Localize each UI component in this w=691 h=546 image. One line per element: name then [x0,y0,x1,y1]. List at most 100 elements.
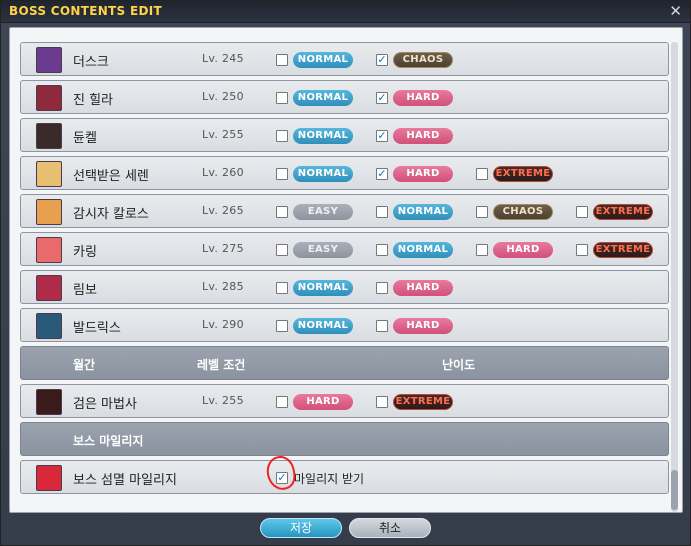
boss-name: 발드릭스 [73,321,121,336]
chaos-checkbox[interactable] [476,206,488,218]
chaos-badge: CHAOS [493,204,553,220]
mileage-name: 보스 섬멸 마일리지 [73,473,177,488]
scroll-thumb[interactable] [671,470,678,510]
boss-level: Lv. 290 [202,318,244,331]
hard-badge: HARD [393,166,453,182]
boss-portrait [36,313,62,339]
boss-row-baldrix: 발드릭스 Lv. 290 NORMAL HARD [20,308,669,342]
boss-row-darknell: 듄켈 Lv. 255 NORMAL ✓ HARD [20,118,669,152]
boss-name: 진 힐라 [73,93,114,108]
scrollbar[interactable] [671,42,678,512]
easy-badge: EASY [293,204,353,220]
boss-row-kalos: 감시자 칼로스 Lv. 265 EASY NORMAL CHAOS EXTREM… [20,194,669,228]
boss-name: 카링 [73,245,97,260]
normal-checkbox[interactable] [276,168,288,180]
boss-level: Lv. 250 [202,90,244,103]
normal-checkbox[interactable] [276,54,288,66]
hard-checkbox[interactable] [476,244,488,256]
hard-checkbox[interactable]: ✓ [376,92,388,104]
boss-portrait [36,237,62,263]
chaos-badge: CHAOS [393,52,453,68]
normal-checkbox[interactable] [376,244,388,256]
hard-badge: HARD [393,318,453,334]
easy-checkbox[interactable] [276,244,288,256]
extreme-badge: EXTREME [493,166,553,182]
easy-checkbox[interactable] [276,206,288,218]
boss-contents-edit-window: BOSS CONTENTS EDIT ✕ 더스크 Lv. 245 NORMAL … [0,0,691,546]
hard-badge: HARD [393,128,453,144]
boss-name: 검은 마법사 [73,397,137,412]
extreme-checkbox[interactable] [476,168,488,180]
cancel-button[interactable]: 취소 [349,518,431,538]
level-condition-column-title: 레벨 조건 [197,358,246,372]
normal-badge: NORMAL [293,166,353,182]
receive-mileage-label: 마일리지 받기 [294,472,365,486]
boss-row-black-mage: 검은 마법사 Lv. 255 HARD EXTREME [20,384,669,418]
chaos-checkbox[interactable]: ✓ [376,54,388,66]
hard-badge: HARD [393,280,453,296]
hard-checkbox[interactable]: ✓ [376,130,388,142]
boss-name: 감시자 칼로스 [73,207,149,222]
extreme-badge: EXTREME [393,394,453,410]
close-icon[interactable]: ✕ [669,3,682,19]
difficulty-column-title: 난이도 [442,358,476,372]
boss-level: Lv. 255 [202,128,244,141]
hard-badge: HARD [293,394,353,410]
boss-portrait [36,389,62,415]
normal-badge: NORMAL [393,242,453,258]
boss-portrait [36,199,62,225]
boss-list[interactable]: 더스크 Lv. 245 NORMAL ✓ CHAOS 진 힐라 Lv. 250 … [20,42,670,512]
normal-badge: NORMAL [293,52,353,68]
hard-badge: HARD [493,242,553,258]
monthly-header: 월간 레벨 조건 난이도 [20,346,669,380]
normal-checkbox[interactable] [276,320,288,332]
normal-checkbox[interactable] [376,206,388,218]
mileage-icon [36,465,62,491]
boss-row-verus-hilla: 진 힐라 Lv. 250 NORMAL ✓ HARD [20,80,669,114]
boss-portrait [36,123,62,149]
normal-badge: NORMAL [293,128,353,144]
boss-row-dusk: 더스크 Lv. 245 NORMAL ✓ CHAOS [20,42,669,76]
boss-row-seren: 선택받은 세렌 Lv. 260 NORMAL ✓ HARD EXTREME [20,156,669,190]
save-button[interactable]: 저장 [260,518,342,538]
boss-row-kaling: 카링 Lv. 275 EASY NORMAL HARD EXTREME [20,232,669,266]
boss-level: Lv. 245 [202,52,244,65]
boss-level: Lv. 275 [202,242,244,255]
boss-level: Lv. 285 [202,280,244,293]
window-title: BOSS CONTENTS EDIT [9,4,162,18]
boss-name: 림보 [73,283,97,298]
extreme-badge: EXTREME [593,242,653,258]
easy-badge: EASY [293,242,353,258]
extreme-checkbox[interactable] [376,396,388,408]
boss-level: Lv. 260 [202,166,244,179]
boss-mileage-row: 보스 섬멸 마일리지 ✓ 마일리지 받기 [20,460,669,494]
boss-portrait [36,85,62,111]
normal-badge: NORMAL [293,280,353,296]
extreme-badge: EXTREME [593,204,653,220]
boss-name: 선택받은 세렌 [73,169,149,184]
boss-row-limbo: 림보 Lv. 285 NORMAL HARD [20,270,669,304]
normal-badge: NORMAL [293,318,353,334]
boss-portrait [36,47,62,73]
boss-mileage-title: 보스 마일리지 [73,434,144,448]
boss-level: Lv. 255 [202,394,244,407]
normal-checkbox[interactable] [276,92,288,104]
normal-badge: NORMAL [393,204,453,220]
extreme-checkbox[interactable] [576,244,588,256]
hard-checkbox[interactable] [276,396,288,408]
boss-name: 더스크 [73,55,109,70]
boss-name: 듄켈 [73,131,97,146]
normal-badge: NORMAL [293,90,353,106]
normal-checkbox[interactable] [276,282,288,294]
extreme-checkbox[interactable] [576,206,588,218]
normal-checkbox[interactable] [276,130,288,142]
hard-checkbox[interactable]: ✓ [376,168,388,180]
hard-checkbox[interactable] [376,282,388,294]
boss-level: Lv. 265 [202,204,244,217]
monthly-column-title: 월간 [73,358,96,372]
boss-portrait [36,161,62,187]
mileage-header: 보스 마일리지 [20,422,669,456]
hard-checkbox[interactable] [376,320,388,332]
hard-badge: HARD [393,90,453,106]
boss-portrait [36,275,62,301]
